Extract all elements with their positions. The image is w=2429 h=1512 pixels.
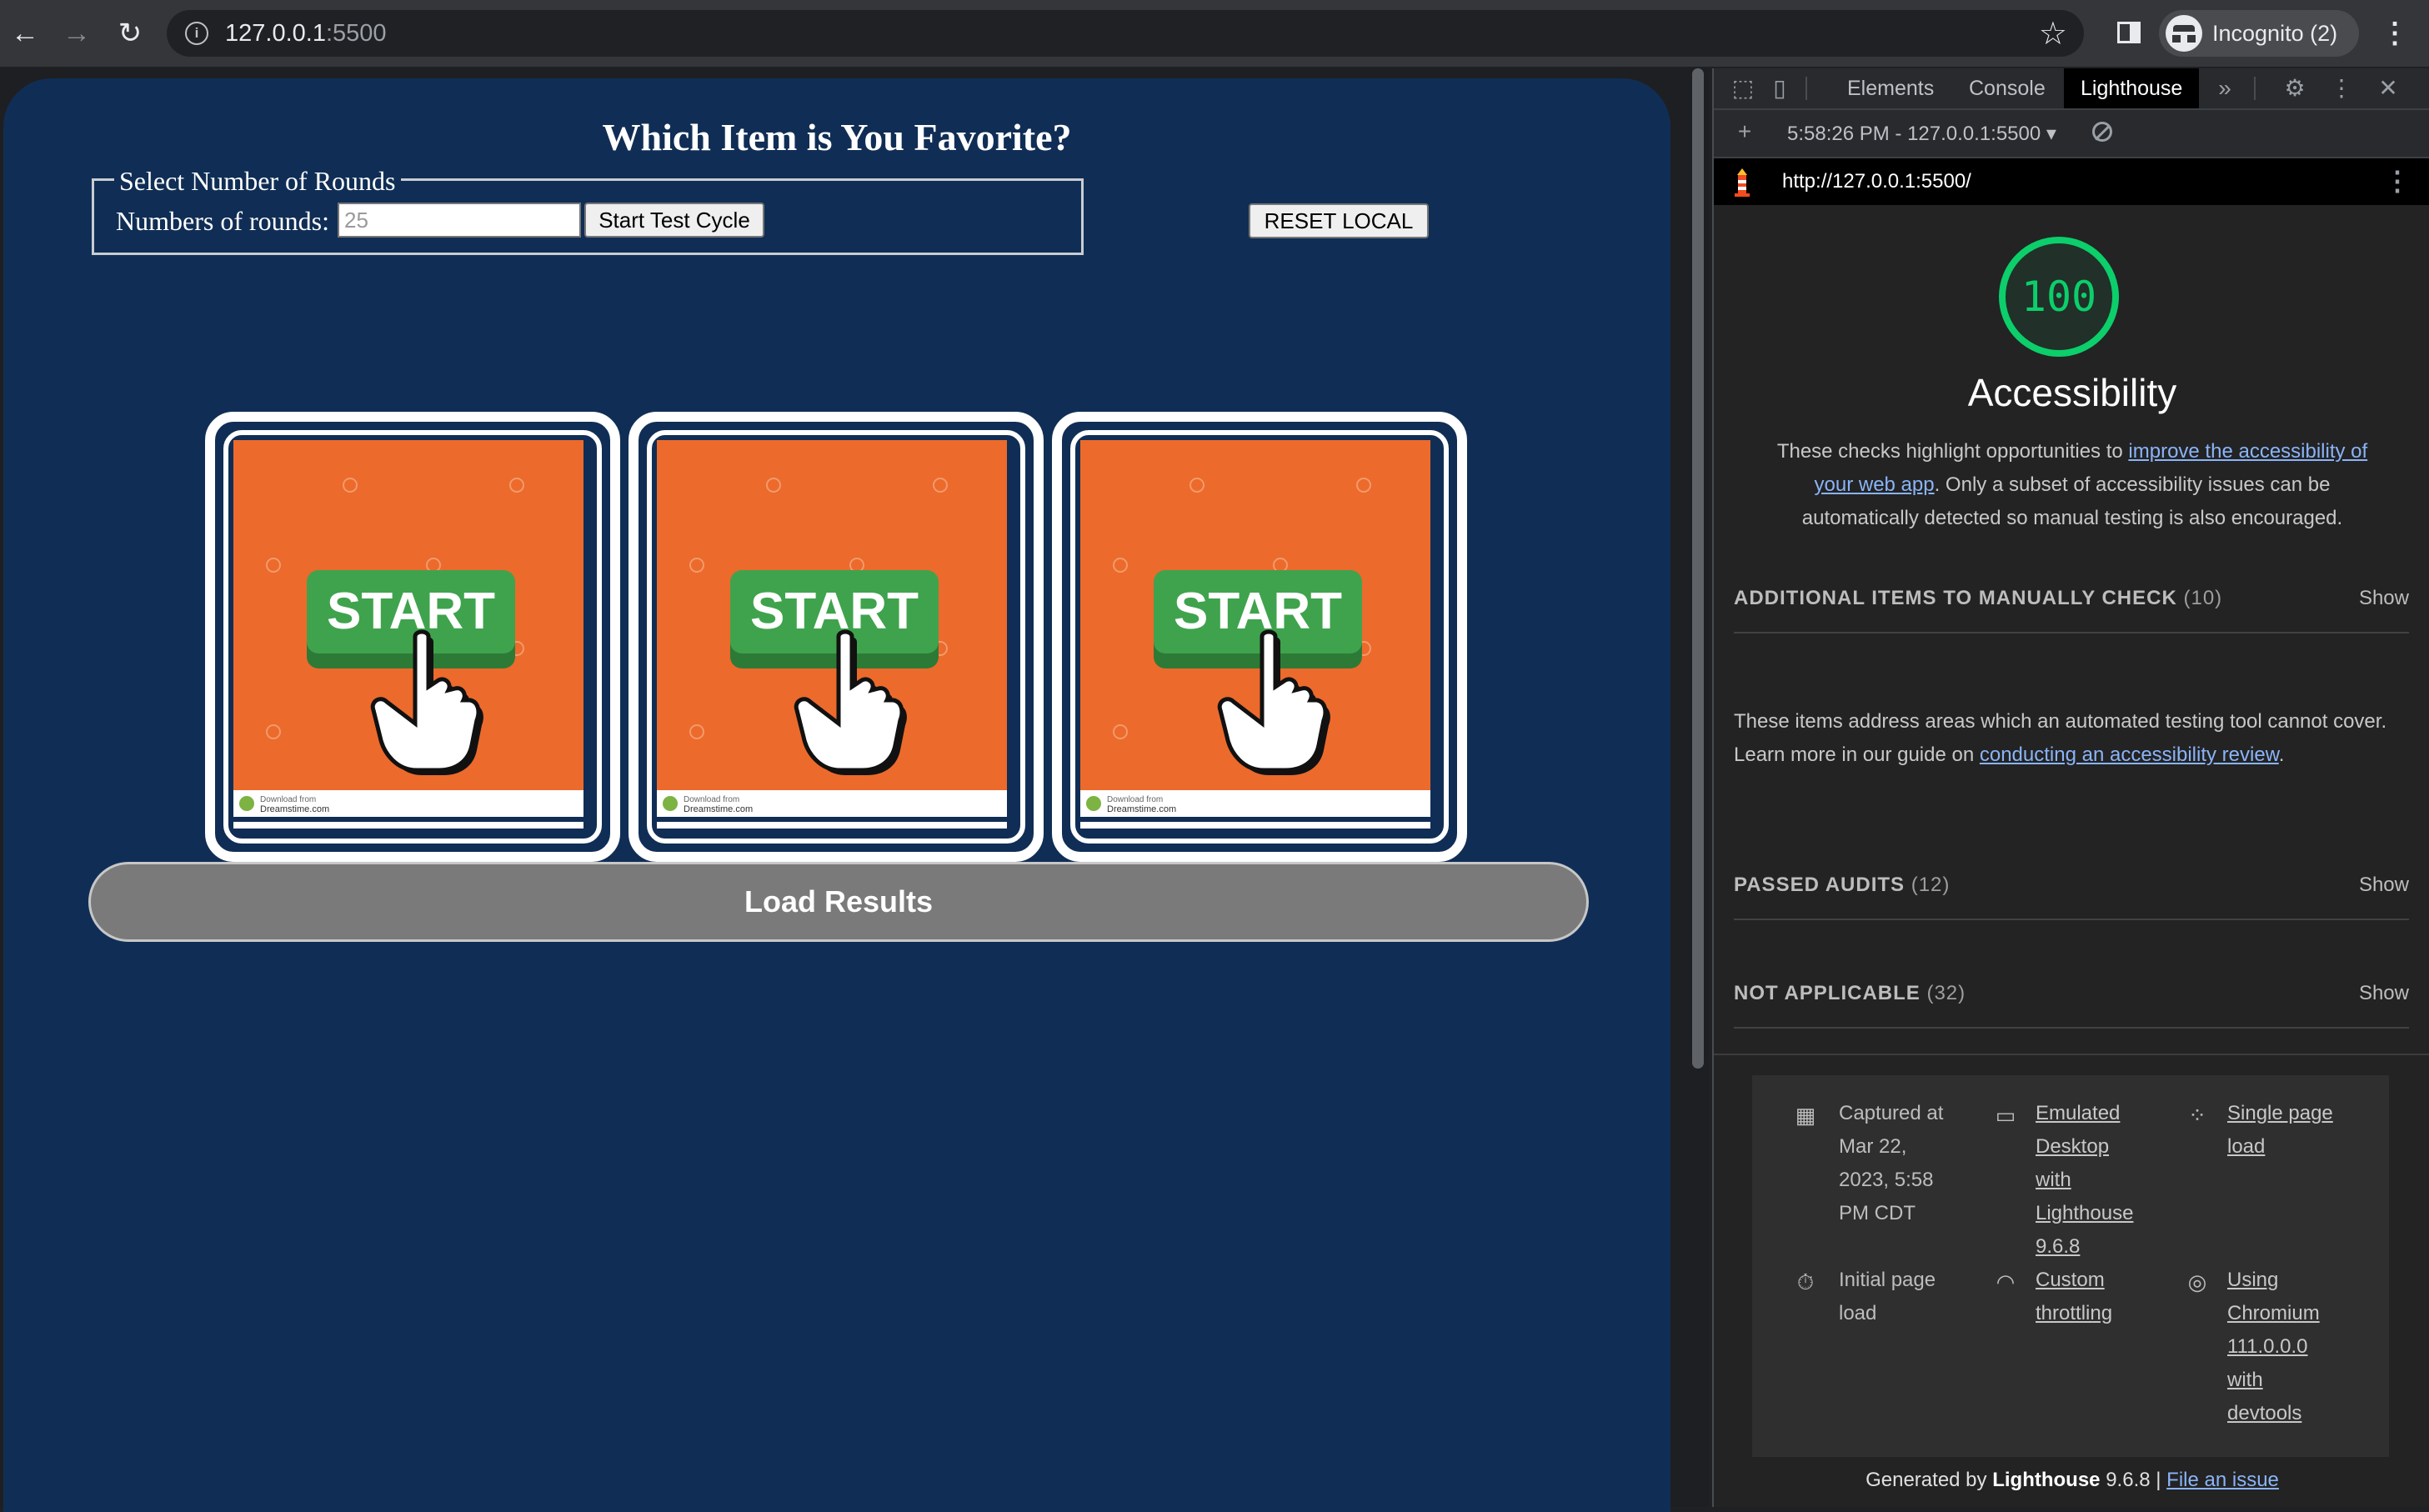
start-image[interactable]: START Download from Dreamstime.com [657, 440, 1007, 829]
svg-text:Download from: Download from [260, 795, 316, 804]
start-label: START [327, 583, 495, 640]
audit-group-passed[interactable]: PASSED AUDITS (12) Show [1734, 854, 2409, 920]
captured-at: Captured at Mar 22, 2023, 5:58 PM CDT [1839, 1102, 1944, 1224]
device-icon: ▭ [1995, 1103, 2016, 1128]
lighthouse-report: 100 Accessibility These checks highlight… [1714, 205, 2429, 1507]
gear-icon[interactable]: ⚙ [2281, 75, 2309, 102]
star-icon[interactable]: ☆ [2039, 15, 2067, 53]
item-cards: START Download from Dreamstime.com START… [205, 412, 1472, 862]
item-card-2[interactable]: START Download from Dreamstime.com [629, 412, 1044, 862]
manual-check-description: These items address areas which an autom… [1734, 710, 2387, 766]
page-viewport: Which Item is You Favorite? Select Numbe… [0, 68, 1709, 1512]
audit-group-manual[interactable]: ADDITIONAL ITEMS TO MANUALLY CHECK (10) … [1734, 567, 2409, 633]
score-gauge[interactable]: 100 [1999, 237, 2119, 357]
reload-icon[interactable]: ↻ [112, 15, 148, 52]
wifi-icon: ◠ [1996, 1269, 2016, 1294]
address-bar[interactable]: i 127.0.0.1:5500 ☆ [167, 10, 2084, 57]
divider [1714, 1054, 2429, 1055]
custom-throttling[interactable]: Custom throttling [2036, 1264, 2112, 1330]
page-load-icon: ⁘ [2188, 1103, 2206, 1128]
tab-console[interactable]: Console [1952, 68, 2062, 108]
show-toggle[interactable]: Show [2359, 587, 2409, 610]
rounds-legend: Select Number of Rounds [114, 166, 401, 197]
devtools-tabbar: ⬚ ▯ Elements Console Lighthouse » ⚙ ⋮ ✕ [1714, 68, 2429, 110]
incognito-profile-button[interactable]: Incognito (2) [2159, 10, 2359, 57]
tab-elements[interactable]: Elements [1831, 68, 1951, 108]
calendar-icon: ▦ [1795, 1103, 1816, 1128]
audit-group-not-applicable[interactable]: NOT APPLICABLE (32) Show [1734, 962, 2409, 1029]
lighthouse-url-bar: http://127.0.0.1:5500/ ⋮ [1714, 158, 2429, 205]
svg-text:Dreamstime.com: Dreamstime.com [1107, 804, 1176, 814]
devtools-menu-icon[interactable]: ⋮ [2327, 75, 2356, 102]
site-info-icon[interactable]: i [185, 22, 208, 45]
report-url[interactable]: http://127.0.0.1:5500/ [1782, 170, 1971, 193]
close-icon[interactable]: ✕ [2374, 75, 2402, 102]
item-card-3[interactable]: START Download from Dreamstime.com [1052, 412, 1467, 862]
forward-arrow-icon[interactable]: → [58, 15, 95, 52]
reset-local-button[interactable]: RESET LOCAL [1249, 203, 1429, 238]
start-image[interactable]: START Download from Dreamstime.com [233, 440, 583, 829]
svg-text:Dreamstime.com: Dreamstime.com [260, 804, 329, 814]
runtime-settings: ▦ Captured at Mar 22, 2023, 5:58 PM CDT ▭ E… [1752, 1075, 2389, 1457]
rounds-input[interactable] [338, 203, 581, 238]
svg-text:Download from: Download from [1107, 795, 1163, 804]
side-panel-icon[interactable] [2117, 22, 2141, 43]
chromium-version[interactable]: Using Chromium 111.0.0.0 with devtools [2227, 1264, 2320, 1430]
devtools-panel: ⬚ ▯ Elements Console Lighthouse » ⚙ ⋮ ✕ … [1712, 68, 2429, 1507]
initial-page-load: Initial page load [1839, 1269, 1936, 1324]
device-toolbar-icon[interactable]: ▯ [1765, 75, 1794, 102]
start-image[interactable]: START Download from Dreamstime.com [1080, 440, 1430, 829]
chromium-icon: ◎ [2187, 1269, 2207, 1294]
start-label: START [1174, 583, 1342, 640]
rounds-fieldset: Select Number of Rounds Numbers of round… [92, 166, 1084, 255]
inspect-element-icon[interactable]: ⬚ [1729, 75, 1757, 102]
report-menu-icon[interactable]: ⋮ [2384, 165, 2411, 197]
file-issue-link[interactable]: File an issue [2166, 1469, 2279, 1491]
report-selector[interactable]: 5:58:26 PM - 127.0.0.1:5500 ▾ [1787, 122, 2056, 146]
profile-label: Incognito (2) [2212, 21, 2338, 46]
item-card-1[interactable]: START Download from Dreamstime.com [205, 412, 620, 862]
browser-menu-icon[interactable]: ⋮ [2381, 15, 2409, 52]
incognito-icon [2166, 15, 2202, 52]
tab-lighthouse[interactable]: Lighthouse [2064, 68, 2200, 108]
back-arrow-icon[interactable]: ← [7, 15, 43, 52]
emulated-desktop[interactable]: Emulated Desktop with Lighthouse 9.6.8 [2036, 1097, 2133, 1264]
clear-reports-icon[interactable] [2092, 122, 2112, 142]
lighthouse-toolbar: + 5:58:26 PM - 127.0.0.1:5500 ▾ [1714, 110, 2429, 158]
load-results-button[interactable]: Load Results [88, 862, 1589, 942]
start-test-cycle-button[interactable]: Start Test Cycle [584, 203, 764, 238]
category-title: Accessibility [1967, 371, 2177, 414]
start-label: START [750, 583, 919, 640]
timer-icon: ⏱ [1796, 1269, 1815, 1294]
show-toggle[interactable]: Show [2359, 874, 2409, 897]
svg-text:Download from: Download from [684, 795, 739, 804]
accessibility-review-link[interactable]: conducting an accessibility review [1980, 743, 2279, 766]
address-url[interactable]: 127.0.0.1:5500 [225, 20, 387, 48]
new-report-icon[interactable]: + [1730, 118, 1759, 145]
show-toggle[interactable]: Show [2359, 982, 2409, 1005]
lighthouse-logo-icon [1735, 168, 1750, 197]
page-scrollbar[interactable] [1692, 68, 1704, 1069]
rounds-label: Numbers of rounds: [116, 206, 329, 236]
svg-text:Dreamstime.com: Dreamstime.com [684, 804, 753, 814]
more-tabs-icon[interactable]: » [2211, 75, 2239, 102]
page-title: Which Item is You Favorite? [602, 116, 1072, 158]
browser-toolbar: ← → ↻ i 127.0.0.1:5500 ☆ Incognito (2) ⋮ [0, 0, 2429, 68]
category-description: These checks highlight opportunities to … [1776, 440, 2368, 529]
page-body: Which Item is You Favorite? Select Numbe… [3, 78, 1670, 1512]
single-page-load[interactable]: Single page load [2227, 1097, 2333, 1164]
generated-by-footer: Generated by Lighthouse 9.6.8 | File an … [1866, 1469, 2279, 1491]
